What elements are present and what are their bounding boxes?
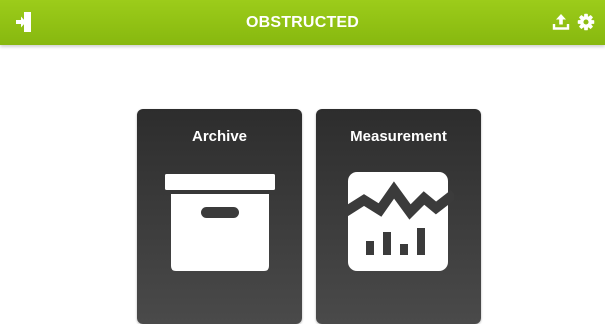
archive-tile[interactable]: Archive (137, 109, 302, 324)
header-bar: OBSTRUCTED (0, 0, 605, 45)
upload-icon[interactable] (549, 10, 573, 34)
measurement-tile[interactable]: Measurement (316, 109, 481, 324)
page-title: OBSTRUCTED (245, 14, 360, 31)
measurement-chart-icon (339, 172, 458, 277)
measurement-tile-label: Measurement (350, 128, 447, 145)
settings-gear-icon[interactable] (574, 10, 598, 34)
archive-box-icon (165, 172, 275, 277)
archive-tile-label: Archive (191, 128, 248, 145)
